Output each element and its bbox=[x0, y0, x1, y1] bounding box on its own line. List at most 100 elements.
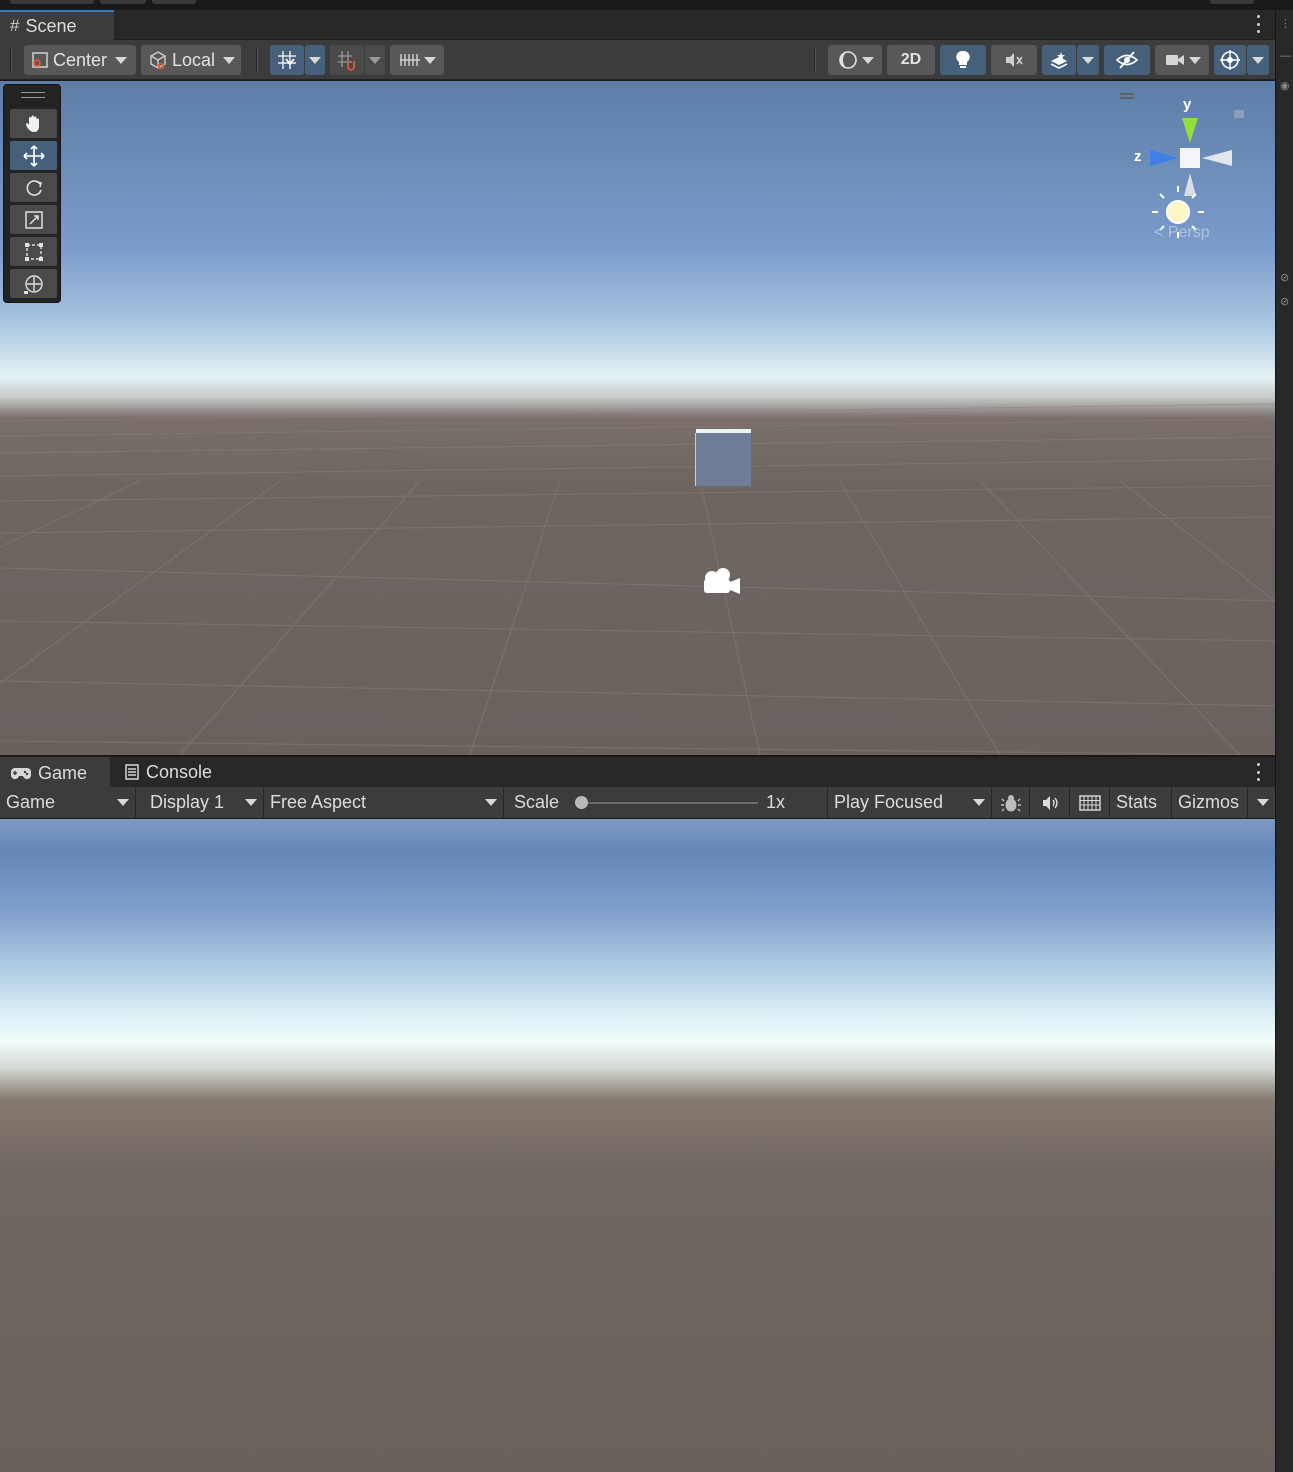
chevron-down-icon bbox=[1257, 799, 1269, 806]
increment-snap-dropdown[interactable] bbox=[365, 45, 385, 75]
grid-visibility-icon bbox=[399, 54, 420, 66]
collapse-icon[interactable]: — bbox=[1280, 50, 1292, 62]
camera-gizmo-icon[interactable] bbox=[700, 566, 742, 598]
effects-dropdown[interactable] bbox=[1077, 45, 1099, 75]
pivot-position-dropdown[interactable]: Center bbox=[24, 45, 136, 75]
gizmo-y-label: y bbox=[1183, 96, 1192, 113]
chevron-down-icon bbox=[369, 56, 381, 64]
hidden-eye-icon[interactable]: ⊘ bbox=[1280, 296, 1292, 308]
chevron-down-icon bbox=[1082, 56, 1094, 64]
scale-tool-button[interactable] bbox=[10, 205, 57, 234]
chevron-down-icon bbox=[117, 799, 129, 806]
grid-visibility-dropdown[interactable] bbox=[390, 45, 444, 75]
tab-scene-label: Scene bbox=[25, 15, 77, 36]
aspect-ratio-dropdown[interactable]: Free Aspect bbox=[264, 787, 504, 818]
scale-icon bbox=[24, 210, 43, 229]
keyboard-icon bbox=[1078, 794, 1101, 811]
visibility-eye-icon[interactable]: ◉ bbox=[1280, 80, 1292, 92]
gizmo-sphere-icon bbox=[1220, 50, 1240, 70]
chevron-down-icon bbox=[973, 799, 985, 806]
draw-mode-dropdown[interactable] bbox=[828, 45, 882, 75]
increment-snap-toggle[interactable] bbox=[330, 45, 364, 75]
console-list-icon bbox=[125, 764, 139, 780]
shortcuts-button[interactable] bbox=[1070, 787, 1110, 818]
grid-snapping-toggle[interactable] bbox=[270, 45, 304, 75]
top-tab-stub[interactable] bbox=[100, 0, 146, 4]
gizmos-dropdown[interactable] bbox=[1247, 45, 1269, 75]
chevron-down-icon bbox=[423, 56, 436, 64]
scene-visibility-toggle[interactable] bbox=[1104, 45, 1150, 75]
top-tab-stub[interactable] bbox=[1210, 0, 1254, 4]
scale-slider-track[interactable] bbox=[580, 802, 758, 804]
gizmo-z-label: z bbox=[1134, 148, 1142, 165]
audio-mute-icon bbox=[1006, 53, 1023, 67]
adjacent-panel-edge: ⋮ — ◉ ⊘ ⊘ bbox=[1275, 10, 1293, 1472]
top-tab-stub[interactable] bbox=[10, 0, 94, 4]
rect-transform-icon bbox=[24, 242, 43, 261]
scene-camera-dropdown[interactable] bbox=[1155, 45, 1209, 75]
scene-grid-icon: # bbox=[10, 16, 20, 35]
projection-mode-text: Persp bbox=[1167, 224, 1210, 241]
scene-panel-menu-icon[interactable] bbox=[1255, 15, 1261, 33]
chevron-down-icon bbox=[861, 56, 874, 64]
tab-console[interactable]: Console bbox=[114, 757, 234, 787]
frame-debugger-button[interactable] bbox=[992, 787, 1030, 818]
scale-label: Scale bbox=[514, 792, 560, 812]
toolbar-separator bbox=[814, 48, 816, 72]
projection-mode-label[interactable]: < Persp bbox=[1154, 224, 1210, 242]
game-panel-menu-icon[interactable] bbox=[1255, 763, 1261, 781]
tab-game[interactable]: Game bbox=[0, 757, 110, 787]
rotate-tool-button[interactable] bbox=[10, 173, 57, 202]
orientation-gizmo[interactable]: y z < Persp bbox=[1112, 88, 1260, 248]
gizmos-game-toggle[interactable]: Gizmos bbox=[1172, 787, 1248, 818]
scene-ground-grid bbox=[0, 403, 1275, 755]
mute-audio-button[interactable] bbox=[1030, 787, 1070, 818]
scale-slider-thumb[interactable] bbox=[575, 796, 588, 809]
hidden-eye-icon[interactable]: ⊘ bbox=[1280, 272, 1292, 284]
chevron-down-icon bbox=[223, 56, 236, 64]
game-view-dropdown[interactable]: Game bbox=[0, 787, 136, 818]
move-tool-button[interactable] bbox=[10, 141, 57, 170]
local-space-cube-icon bbox=[150, 51, 166, 70]
rect-tool-button[interactable] bbox=[10, 237, 57, 266]
game-viewport[interactable] bbox=[0, 819, 1275, 1472]
shading-mode-icon bbox=[838, 51, 857, 69]
game-view-label: Game bbox=[6, 792, 56, 812]
lighting-toggle[interactable] bbox=[940, 45, 986, 75]
chevron-down-icon bbox=[309, 56, 321, 64]
overlay-grip-handle[interactable] bbox=[21, 92, 45, 98]
top-tab-stub[interactable] bbox=[152, 0, 196, 4]
display-dropdown[interactable]: Display 1 bbox=[144, 787, 264, 818]
gizmos-toggle[interactable] bbox=[1214, 45, 1246, 75]
scene-tab-bar: # Scene bbox=[0, 10, 1275, 40]
cube-object[interactable] bbox=[695, 429, 751, 486]
scale-value: 1x bbox=[766, 792, 786, 812]
stats-toggle[interactable]: Stats bbox=[1110, 787, 1172, 818]
hand-tool-button[interactable] bbox=[10, 109, 57, 138]
grid-snapping-dropdown[interactable] bbox=[305, 45, 325, 75]
play-mode-dropdown[interactable]: Play Focused bbox=[828, 787, 992, 818]
hand-icon bbox=[25, 115, 39, 132]
scene-viewport[interactable] bbox=[0, 81, 1275, 755]
2d-mode-label: 2D bbox=[900, 51, 922, 68]
pivot-rotation-dropdown[interactable]: Local bbox=[141, 45, 241, 75]
tab-game-label: Game bbox=[38, 762, 88, 783]
gizmos-game-dropdown[interactable] bbox=[1248, 787, 1275, 818]
game-toolbar: Game Display 1 Free Aspect Scale 1x Play… bbox=[0, 787, 1275, 819]
chevron-down-icon bbox=[245, 799, 257, 806]
move-arrows-icon bbox=[22, 144, 45, 167]
2d-mode-toggle[interactable]: 2D bbox=[887, 45, 935, 75]
bug-icon bbox=[1000, 794, 1021, 811]
panel-menu-icon[interactable]: ⋮ bbox=[1280, 18, 1292, 30]
audio-toggle[interactable] bbox=[991, 45, 1037, 75]
stats-label: Stats bbox=[1116, 792, 1158, 812]
play-mode-label: Play Focused bbox=[834, 792, 944, 812]
transform-tool-button[interactable] bbox=[10, 269, 57, 298]
tab-scene[interactable]: # Scene bbox=[0, 10, 114, 40]
gizmos-game-label: Gizmos bbox=[1178, 792, 1240, 812]
chevron-down-icon bbox=[115, 56, 128, 64]
speaker-icon bbox=[1042, 795, 1058, 810]
pivot-rotation-label: Local bbox=[172, 49, 216, 70]
effects-toggle[interactable] bbox=[1042, 45, 1076, 75]
scene-toolbar: Center Local 2D bbox=[0, 40, 1275, 80]
